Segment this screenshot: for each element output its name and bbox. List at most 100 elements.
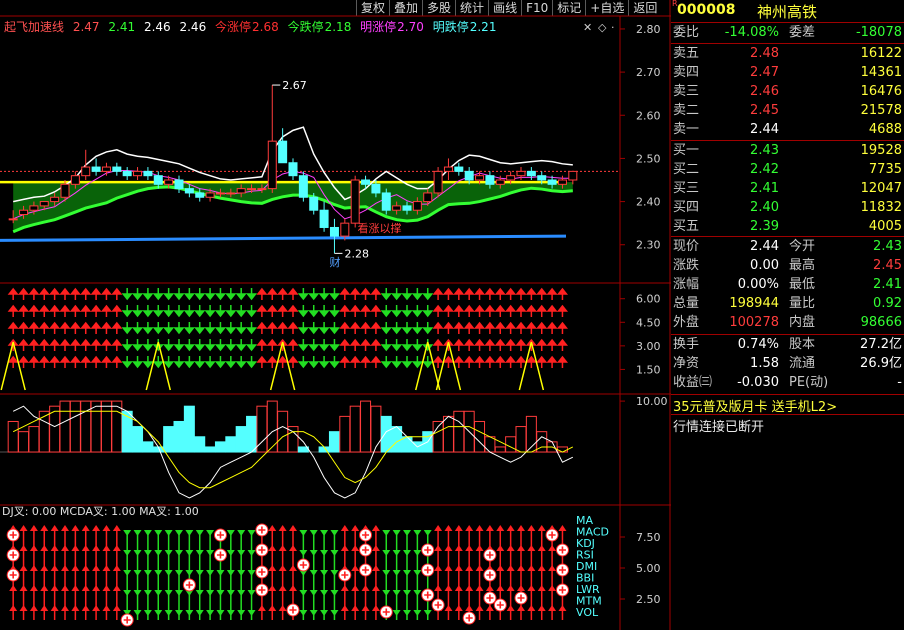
osc-yellow-line xyxy=(12,410,574,489)
price-pane[interactable]: 2.67 2.28 看涨以撑财 xyxy=(0,79,620,269)
oscillator-pane[interactable] xyxy=(0,400,574,499)
down-arrow xyxy=(309,530,318,620)
up-arrow xyxy=(546,287,558,368)
row-value: 0.00 xyxy=(750,258,779,273)
dot-icon[interactable]: · xyxy=(611,21,615,34)
candle xyxy=(381,188,391,215)
row-value-2: 4688 xyxy=(868,122,902,137)
osc-bar xyxy=(370,405,382,453)
down-arrow xyxy=(392,530,401,620)
row-value: 2.44 xyxy=(750,239,779,254)
up-arrow xyxy=(256,287,268,368)
down-arrow xyxy=(403,530,411,620)
row-value-2: 16122 xyxy=(860,46,902,61)
osc-bar xyxy=(7,420,19,453)
row-value: 1.58 xyxy=(750,356,779,371)
row-label: 换手 xyxy=(673,337,700,352)
chart-area[interactable]: 2.67 2.28 看涨以撑财 MAMACDKDJRSIDMIBBILWRMTMVO… xyxy=(0,0,671,630)
down-arrow xyxy=(206,530,215,620)
row-value: 2.41 xyxy=(750,181,779,196)
tick-label: 2.50 xyxy=(636,593,661,606)
up-arrow xyxy=(92,525,101,620)
candle xyxy=(319,201,329,232)
osc-bar xyxy=(380,415,392,453)
tick-label: 2.50 xyxy=(636,152,661,165)
down-arrow xyxy=(163,288,175,369)
cross-signal-icon xyxy=(213,548,227,562)
stock-header: R 000008 神州高铁 xyxy=(671,0,904,22)
candle xyxy=(143,167,153,180)
diamond-icon[interactable]: ◇ xyxy=(598,21,607,34)
row-value: 2.39 xyxy=(750,219,779,234)
row-value-2: 11832 xyxy=(860,200,902,215)
osc-bar xyxy=(474,420,486,453)
tick-label: 2.80 xyxy=(636,23,661,36)
cross-signal-icon xyxy=(6,568,20,582)
bid-row: 买四 2.40 11832 xyxy=(671,198,904,217)
up-arrow xyxy=(28,287,40,368)
cross-signal-icon xyxy=(255,565,269,579)
row-value: 2.44 xyxy=(750,122,779,137)
cross-signal-icon xyxy=(483,591,497,605)
candle xyxy=(350,175,360,228)
ask-row: 卖一 2.44 4688 xyxy=(671,120,904,139)
cross-signal-icon xyxy=(296,558,310,572)
osc-bar xyxy=(246,415,258,453)
cross-signal-icon xyxy=(545,528,559,542)
row-value: 2.46 xyxy=(750,84,779,99)
bid-row: 买一 2.43 19528 xyxy=(671,141,904,160)
osc-bar xyxy=(556,446,568,453)
row-label: 现价 xyxy=(673,239,700,254)
cross-signal-icon xyxy=(182,578,196,592)
down-arrow xyxy=(123,530,132,620)
up-arrow xyxy=(111,287,123,368)
osc-bar xyxy=(225,436,237,453)
row-label: 买三 xyxy=(673,181,700,196)
up-arrow xyxy=(38,287,50,368)
cross-signal-icon xyxy=(213,528,227,542)
cross-signal-pane[interactable]: MAMACDKDJRSIDMIBBILWRMTMVOL xyxy=(6,514,609,627)
row-value-2: 12047 xyxy=(860,181,902,196)
row-label: 收益㈢ xyxy=(673,375,713,390)
up-arrow xyxy=(432,287,444,368)
bid-row: 买三 2.41 12047 xyxy=(671,179,904,198)
divider xyxy=(671,394,904,395)
promo-link[interactable]: 35元普及版月卡 送手机L2> xyxy=(673,396,837,415)
row-value-2: - xyxy=(897,375,902,390)
down-arrow xyxy=(391,288,403,369)
row-value-2: 98666 xyxy=(860,315,902,330)
up-arrow xyxy=(50,525,59,620)
cross-signal-icon xyxy=(555,563,569,577)
cross-signal-icon xyxy=(338,568,352,582)
down-arrow xyxy=(214,288,227,369)
osc-bar xyxy=(453,410,465,453)
osc-bar xyxy=(494,446,506,453)
row-value-2: 21578 xyxy=(860,103,902,118)
row-value-2: 16476 xyxy=(860,84,902,99)
up-arrow xyxy=(359,287,372,368)
down-arrow xyxy=(131,288,144,369)
cross-signal-icon xyxy=(421,563,435,577)
tick-label: 2.40 xyxy=(636,196,661,209)
close-icon[interactable]: ✕ xyxy=(583,21,592,34)
down-arrow xyxy=(328,288,341,369)
row-label: 卖三 xyxy=(673,84,700,99)
row-value-2: 2.43 xyxy=(873,239,902,254)
candle xyxy=(329,218,339,254)
signal-pane[interactable] xyxy=(0,287,569,391)
high-label: 2.67 xyxy=(282,79,307,92)
finance-marker[interactable]: 财 xyxy=(329,255,340,269)
osc-bar xyxy=(90,400,102,453)
candle xyxy=(133,167,143,180)
down-arrow xyxy=(164,530,173,620)
up-arrow xyxy=(268,525,277,620)
weibi-value: -14.08% xyxy=(724,25,779,40)
row-label-2: 流通 xyxy=(789,356,816,371)
osc-bar xyxy=(204,446,216,453)
row-value: 198944 xyxy=(729,296,779,311)
candle xyxy=(267,85,277,193)
down-arrow xyxy=(194,288,206,369)
down-arrow xyxy=(175,530,183,620)
row-value-2: 27.2亿 xyxy=(860,337,902,352)
row-value: 2.42 xyxy=(750,162,779,177)
